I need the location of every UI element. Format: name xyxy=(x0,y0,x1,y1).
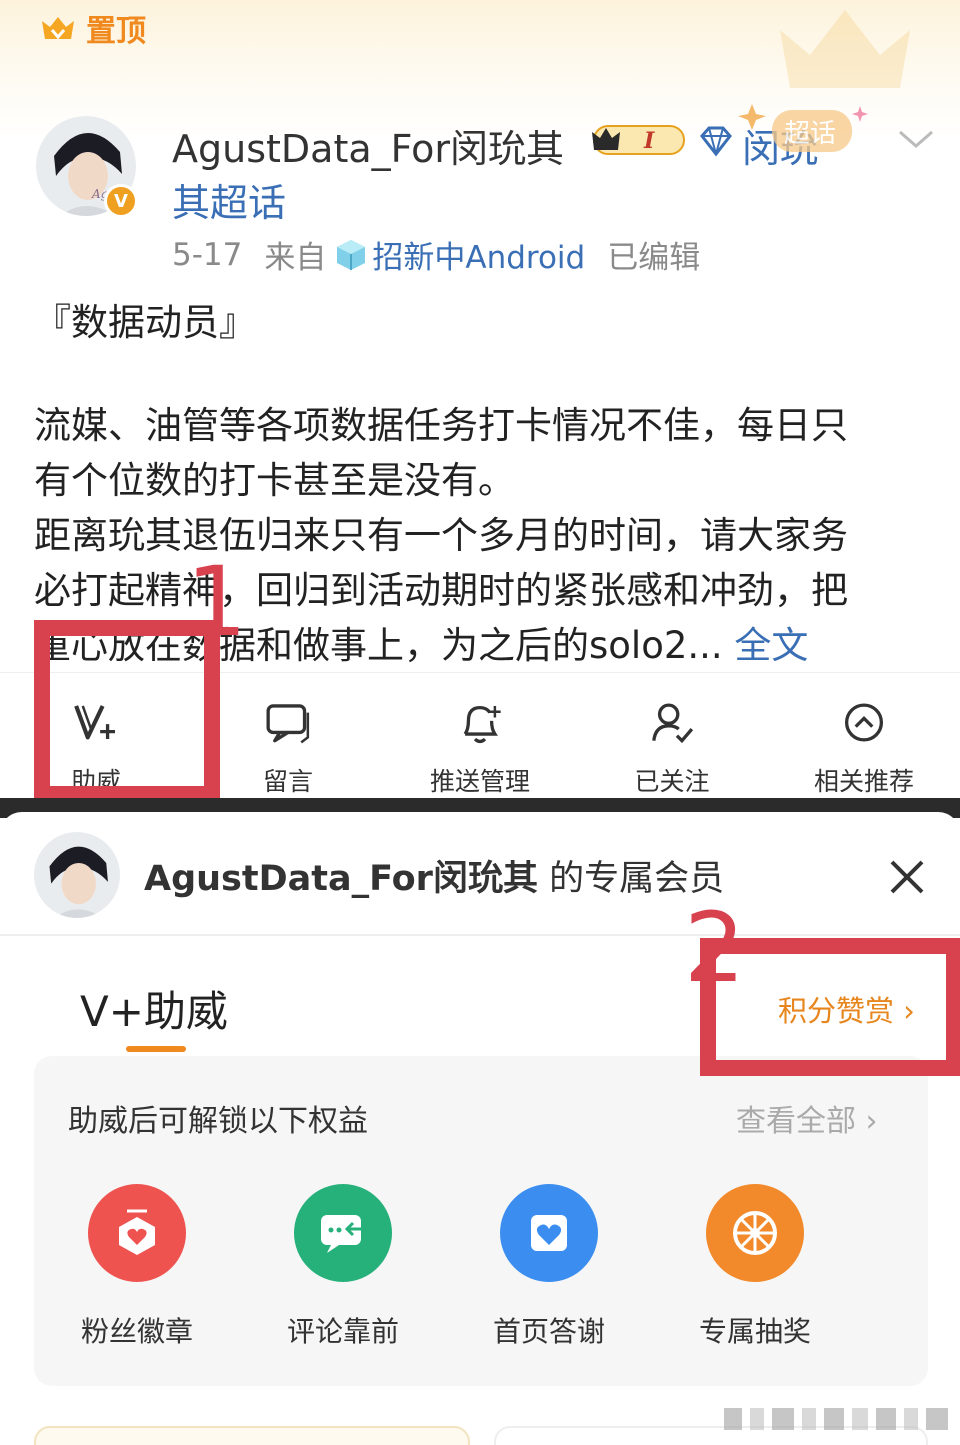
lottery-wheel-icon xyxy=(706,1184,804,1282)
benefit-homepage-thanks[interactable]: 首页答谢 xyxy=(446,1184,652,1350)
fan-badge-icon xyxy=(88,1184,186,1282)
crown-watermark-icon xyxy=(780,10,910,88)
svg-text:超话: 超话 xyxy=(784,119,836,149)
bottom-card-left[interactable] xyxy=(34,1426,470,1445)
benefit-label: 首页答谢 xyxy=(492,1315,605,1348)
owner-avatar xyxy=(34,832,120,918)
action-label: 相关推荐 xyxy=(813,767,914,796)
author-name[interactable]: AgustData_For闵玧其 xyxy=(172,118,564,173)
supertopic-link-cont[interactable]: 其超话 xyxy=(172,172,286,227)
benefit-label: 评论靠前 xyxy=(286,1315,399,1348)
chevron-up-circle-icon xyxy=(844,703,884,742)
view-all-link[interactable]: 查看全部 › xyxy=(736,1096,878,1140)
comment-top-icon xyxy=(294,1184,392,1282)
comment-button[interactable]: 留言 xyxy=(192,673,384,798)
chevron-down-icon[interactable] xyxy=(896,124,936,154)
push-settings-button[interactable]: 推送管理 xyxy=(384,673,576,798)
action-label: 推送管理 xyxy=(429,767,530,796)
post-date: 5-17 xyxy=(172,236,243,273)
benefits-hint: 助威后可解锁以下权益 xyxy=(68,1104,368,1139)
following-button[interactable]: 已关注 xyxy=(576,673,768,798)
benefit-label: 专属抽奖 xyxy=(698,1315,811,1348)
benefit-lottery[interactable]: 专属抽奖 xyxy=(652,1184,858,1350)
post-line: 流媒、油管等各项数据任务打卡情况不佳，每日只 xyxy=(34,404,848,447)
benefit-label: 粉丝徽章 xyxy=(80,1315,193,1348)
action-label: 留言 xyxy=(262,767,313,796)
edited-label: 已编辑 xyxy=(607,240,701,276)
owner-name: AgustData_For闵玧其 xyxy=(144,859,538,899)
from-label: 来自 xyxy=(264,240,327,276)
post-line: 距离玧其退伍归来只有一个多月的时间，请大家务 xyxy=(34,514,848,557)
post-title: 『数据动员』 xyxy=(34,301,256,344)
verified-badge-icon: V xyxy=(104,184,138,218)
pinned-label: 置顶 xyxy=(38,6,146,50)
user-check-icon xyxy=(652,703,694,744)
bell-plus-icon xyxy=(463,705,501,744)
svg-text:I: I xyxy=(643,128,655,154)
tab-underline xyxy=(126,1046,186,1052)
post-meta: 5-17 来自 招新中Android 已编辑 xyxy=(172,232,700,277)
supertopic-sticker: 超话 xyxy=(738,104,868,152)
crown-icon xyxy=(42,17,74,40)
cube-icon xyxy=(337,239,366,270)
watermark-icon xyxy=(724,1408,948,1430)
benefit-comment-top[interactable]: 评论靠前 xyxy=(240,1184,446,1350)
level-badge-icon: I xyxy=(592,125,685,155)
benefits-card: 助威后可解锁以下权益 查看全部 › 粉丝徽章 评论靠前 首页答谢 专属抽奖 xyxy=(34,1056,928,1386)
annotation-number-2: 2 xyxy=(684,892,746,1004)
source-link[interactable]: 招新中Android xyxy=(372,232,585,277)
full-text-link[interactable]: 全文 xyxy=(734,624,808,667)
sheet-title: AgustData_For闵玧其 的专属会员 xyxy=(144,850,724,901)
action-label: 已关注 xyxy=(634,767,710,796)
post-line: 有个位数的打卡甚至是没有。 xyxy=(34,459,515,502)
tab-v-plus-cheer[interactable]: V+助威 xyxy=(80,978,228,1039)
heart-card-icon xyxy=(500,1184,598,1282)
membership-sheet: AgustData_For闵玧其 的专属会员 V+助威 积分赞赏 › 助威后可解… xyxy=(0,812,960,1445)
benefit-fan-badge[interactable]: 粉丝徽章 xyxy=(34,1184,240,1350)
close-icon[interactable] xyxy=(884,854,930,900)
related-recommend-button[interactable]: 相关推荐 xyxy=(768,673,960,798)
benefits-list: 粉丝徽章 评论靠前 首页答谢 专属抽奖 xyxy=(34,1184,928,1350)
pin-text: 置顶 xyxy=(86,14,146,49)
comment-icon xyxy=(266,704,310,744)
diamond-topic-icon xyxy=(700,126,732,157)
sheet-header: AgustData_For闵玧其 的专属会员 xyxy=(0,812,960,936)
annotation-number-1: 1 xyxy=(186,546,248,658)
post-line: 必打起精神，回归到活动期时的紧张感和冲劲，把 xyxy=(34,569,848,612)
